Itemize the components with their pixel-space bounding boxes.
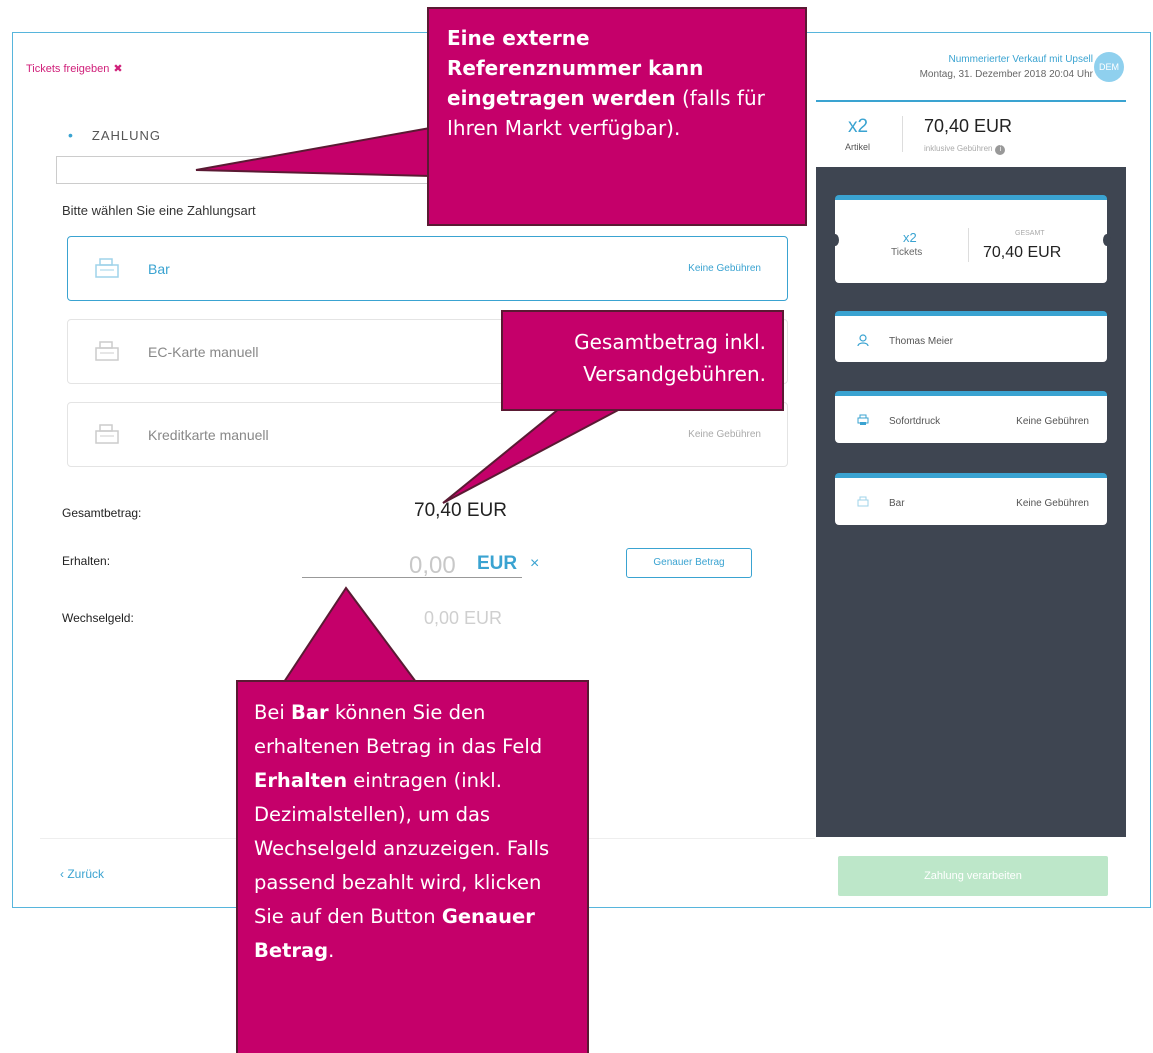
payment-option-name: Kreditkarte manuell xyxy=(148,427,269,443)
release-tickets-link[interactable]: Tickets freigeben ✖ xyxy=(26,62,123,75)
cash-register-icon xyxy=(95,341,119,361)
tickets-total: 70,40 EUR xyxy=(983,244,1062,261)
card-notch xyxy=(1103,234,1111,246)
customer-card[interactable]: Thomas Meier xyxy=(835,311,1107,362)
cash-register-icon xyxy=(95,424,119,444)
payment-option-bar[interactable]: Bar Keine Gebühren xyxy=(67,236,788,301)
callout-middle-text: Gesamtbetrag inkl. Versandgebühren. xyxy=(574,330,766,386)
printer-icon xyxy=(857,414,869,425)
callout-external-reference: Eine externe Referenznummer kann eingetr… xyxy=(427,7,807,226)
order-summary-header: x2 Artikel 70,40 EUR inklusive Gebühren i xyxy=(816,100,1126,167)
change-label: Wechselgeld: xyxy=(62,611,134,625)
summary-total-sub: inklusive Gebühren i xyxy=(924,144,1006,155)
callout-bottom-bold: Bar xyxy=(291,701,329,724)
tickets-count-label: Tickets xyxy=(891,247,923,258)
payment-option-credit-card[interactable]: Kreditkarte manuell Keine Gebühren xyxy=(67,402,788,467)
payment-option-fee: Keine Gebühren xyxy=(688,429,761,440)
delivery-card[interactable]: Sofortdruck Keine Gebühren xyxy=(835,391,1107,443)
event-info: Nummerierter Verkauf mit Upsell Montag, … xyxy=(920,52,1093,82)
callout-top-bold: Eine externe Referenznummer kann eingetr… xyxy=(447,26,704,110)
section-title: • ZAHLUNG xyxy=(68,127,161,143)
avatar[interactable]: DEM xyxy=(1094,52,1124,82)
total-label: Gesamtbetrag: xyxy=(62,506,142,520)
delivery-method: Sofortdruck xyxy=(889,416,941,427)
back-link[interactable]: ‹ Zurück xyxy=(60,867,104,881)
cash-register-icon xyxy=(95,258,119,278)
divider xyxy=(968,228,969,262)
process-payment-button[interactable]: Zahlung verarbeiten xyxy=(838,856,1108,896)
event-date: Montag, 31. Dezember 2018 20:04 Uhr xyxy=(919,69,1093,80)
callout-cash-instructions: Bei Bar können Sie den erhaltenen Betrag… xyxy=(236,680,589,1053)
callout-bottom-text: . xyxy=(328,939,335,962)
summary-total-sub-text: inklusive Gebühren xyxy=(924,144,993,153)
divider xyxy=(902,116,903,152)
tickets-card[interactable]: x2 Tickets GESAMT 70,40 EUR xyxy=(831,195,1111,283)
clear-icon[interactable]: × xyxy=(530,555,539,573)
tickets-count: x2 xyxy=(903,230,917,245)
payment-summary-card[interactable]: Bar Keine Gebühren xyxy=(835,473,1107,525)
change-value: 0,00 EUR xyxy=(424,608,503,628)
bullet-icon: • xyxy=(68,127,74,143)
item-count-label: Artikel xyxy=(845,142,871,152)
received-label: Erhalten: xyxy=(62,554,111,568)
card-notch xyxy=(831,234,839,246)
exact-amount-button[interactable]: Genauer Betrag xyxy=(626,548,752,578)
release-tickets-label: Tickets freigeben xyxy=(26,63,110,75)
received-currency: EUR xyxy=(477,553,518,574)
close-icon[interactable]: ✖ xyxy=(113,63,122,75)
info-icon[interactable]: i xyxy=(995,145,1006,155)
callout-total: Gesamtbetrag inkl. Versandgebühren. xyxy=(501,310,784,411)
payment-option-name: EC-Karte manuell xyxy=(148,344,259,360)
external-reference-input[interactable] xyxy=(56,156,460,184)
event-title[interactable]: Nummerierter Verkauf mit Upsell xyxy=(920,52,1093,67)
choose-payment-label: Bitte wählen Sie eine Zahlungsart xyxy=(62,203,256,218)
item-count: x2 xyxy=(848,116,869,137)
delivery-fee: Keine Gebühren xyxy=(1016,416,1089,427)
payment-method: Bar xyxy=(889,498,905,509)
summary-total: 70,40 EUR xyxy=(924,116,1013,136)
payment-option-fee: Keine Gebühren xyxy=(688,263,761,274)
user-icon xyxy=(857,334,869,347)
section-title-text: ZAHLUNG xyxy=(91,128,162,143)
total-value: 70,40 EUR xyxy=(414,500,507,521)
cash-icon xyxy=(857,496,869,507)
customer-name: Thomas Meier xyxy=(889,336,953,347)
tickets-total-label: GESAMT xyxy=(1015,230,1045,237)
callout-bottom-bold: Erhalten xyxy=(254,769,348,792)
callout-bottom-text: Bei xyxy=(254,701,291,724)
payment-fee: Keine Gebühren xyxy=(1016,498,1089,509)
received-amount[interactable]: 0,00 xyxy=(409,552,456,580)
payment-option-name: Bar xyxy=(148,261,170,277)
